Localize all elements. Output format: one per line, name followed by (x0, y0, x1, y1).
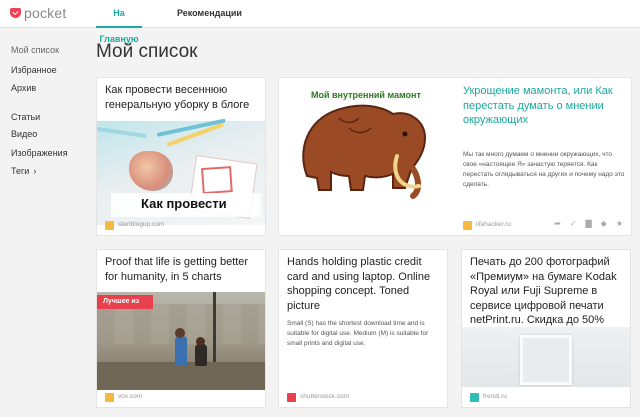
mammoth-illustration (302, 104, 427, 199)
card-footer: frendi.ru (462, 387, 630, 407)
trash-icon[interactable]: ▇ (586, 219, 592, 228)
card-title[interactable]: Печать до 200 фотографий «Премиум» на бу… (470, 255, 626, 328)
article-card[interactable]: Печать до 200 фотографий «Премиум» на бу… (462, 250, 630, 407)
card-actions: ➦ ✓ ▇ ◆ ★ (554, 219, 623, 228)
star-icon[interactable]: ★ (616, 219, 623, 228)
card-thumbnail (462, 327, 630, 387)
article-card[interactable]: Как провести весеннюю генеральную уборку… (97, 78, 265, 235)
page-title: Мой список (96, 41, 198, 62)
card-domain[interactable]: vox.com (118, 393, 142, 400)
sidebar-item-images[interactable]: Изображения (11, 148, 68, 158)
favicon-icon (287, 393, 296, 402)
card-footer: lifehacker.ru ➦ ✓ ▇ ◆ ★ (279, 215, 631, 235)
share-icon[interactable]: ➦ (554, 219, 561, 228)
favicon-icon (463, 221, 472, 230)
sidebar-item-video[interactable]: Видео (11, 129, 37, 139)
card-domain[interactable]: lifehacker.ru (476, 221, 511, 228)
card-title[interactable]: Укрощение мамонта, или Как перестать дум… (463, 84, 631, 128)
favicon-icon (470, 393, 479, 402)
check-icon[interactable]: ✓ (570, 219, 577, 228)
pocket-logo[interactable]: pocket (10, 5, 66, 21)
top-bar: pocket На Главную Рекомендации (0, 0, 640, 44)
tab-home[interactable]: На Главную (96, 0, 142, 44)
card-excerpt: Small (S) has the shortest download time… (287, 320, 429, 347)
sidebar-item-archive[interactable]: Архив (11, 83, 36, 93)
card-thumbnail: Как провести (97, 118, 265, 225)
pocket-icon (10, 8, 21, 18)
logo-text: pocket (24, 5, 67, 21)
card-thumbnail: Мой внутренний мамонт (279, 78, 459, 203)
card-title[interactable]: Proof that life is getting better for hu… (105, 255, 261, 284)
sidebar-item-favorites[interactable]: Избранное (11, 65, 57, 75)
sidebar-item-tags-label: Теги (11, 166, 30, 176)
thumbnail-caption: Как провести (141, 196, 227, 211)
card-footer: vox.com (97, 387, 265, 407)
card-excerpt: Мы так много думаем о мнении окружающих,… (463, 151, 625, 188)
article-card[interactable]: Proof that life is getting better for hu… (97, 250, 265, 407)
favicon-icon (105, 221, 114, 230)
card-domain[interactable]: shutterstock.com (300, 393, 349, 400)
status-badge: Лучшее из (97, 295, 154, 309)
sidebar-item-articles[interactable]: Статьи (11, 112, 40, 122)
tab-recommendations[interactable]: Рекомендации (177, 0, 242, 28)
card-title[interactable]: Как провести весеннюю генеральную уборку… (105, 83, 260, 112)
chevron-right-icon: › (33, 166, 37, 176)
card-domain[interactable]: startblogup.com (118, 221, 164, 228)
tag-icon[interactable]: ◆ (601, 219, 607, 228)
card-title[interactable]: Hands holding plastic credit card and us… (287, 255, 443, 313)
card-footer: shutterstock.com (279, 387, 447, 407)
card-domain[interactable]: frendi.ru (483, 393, 507, 400)
favicon-icon (105, 393, 114, 402)
sidebar-item-tags[interactable]: Теги › (11, 166, 36, 176)
sidebar-item-my-list[interactable]: Мой список (11, 45, 59, 55)
card-thumbnail: Лучшее из (97, 292, 265, 390)
card-footer: startblogup.com (97, 215, 265, 235)
featured-article-card[interactable]: Мой внутренний мамонт Укрощение мамонта,… (279, 78, 631, 235)
article-card[interactable]: Hands holding plastic credit card and us… (279, 250, 447, 407)
